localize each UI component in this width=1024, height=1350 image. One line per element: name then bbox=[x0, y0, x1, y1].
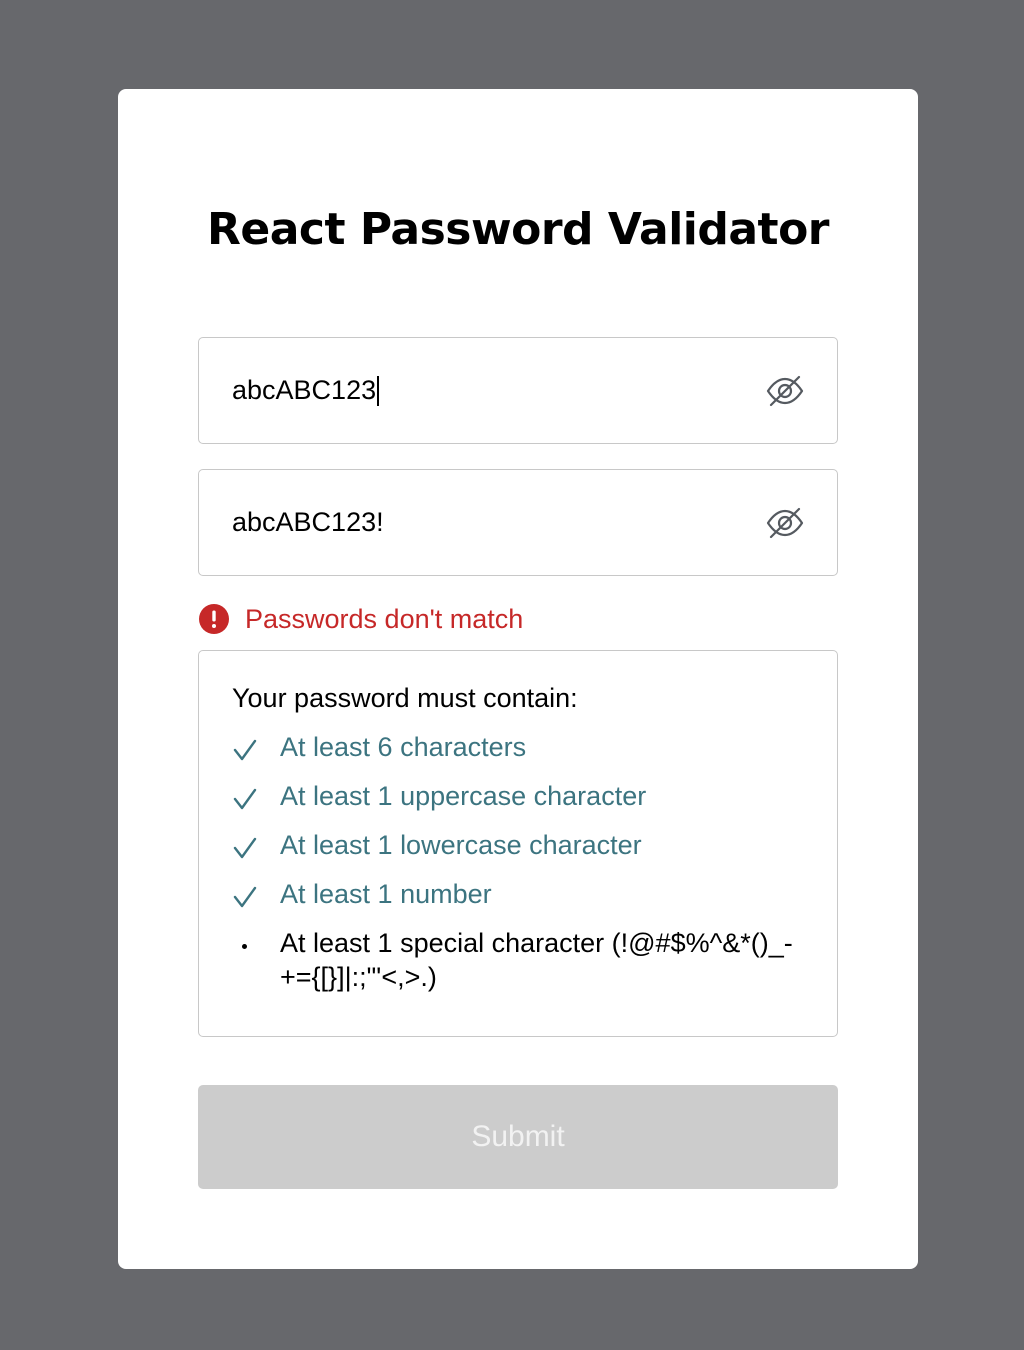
requirement-label: At least 1 special character (!@#$%^&*()… bbox=[280, 928, 793, 992]
password-requirements: Your password must contain: At least 6 c… bbox=[198, 650, 838, 1037]
eye-off-icon[interactable] bbox=[765, 371, 805, 411]
page-title: React Password Validator bbox=[206, 204, 830, 255]
validator-card: React Password Validator abcABC123 abcAB… bbox=[118, 89, 918, 1269]
requirement-item: At least 1 number bbox=[232, 877, 805, 911]
check-icon bbox=[232, 779, 280, 813]
password-value: abcABC123 bbox=[232, 375, 377, 405]
check-icon bbox=[232, 877, 280, 911]
password-input[interactable]: abcABC123 bbox=[232, 338, 380, 443]
bullet-icon bbox=[232, 926, 280, 960]
check-icon bbox=[232, 828, 280, 862]
error-message: Passwords don't match bbox=[245, 603, 524, 634]
requirement-item: At least 1 special character (!@#$%^&*()… bbox=[232, 926, 805, 994]
requirement-label: At least 6 characters bbox=[280, 732, 527, 762]
eye-off-icon[interactable] bbox=[765, 503, 805, 543]
text-caret bbox=[377, 375, 380, 406]
requirement-item: At least 1 uppercase character bbox=[232, 779, 805, 813]
password-field[interactable]: abcABC123 bbox=[198, 337, 838, 444]
confirm-password-input[interactable]: abcABC123! bbox=[232, 470, 384, 575]
requirement-label: At least 1 uppercase character bbox=[280, 781, 647, 811]
requirement-item: At least 6 characters bbox=[232, 730, 805, 764]
requirement-label: At least 1 number bbox=[280, 879, 492, 909]
requirement-label: At least 1 lowercase character bbox=[280, 830, 642, 860]
confirm-password-field[interactable]: abcABC123! bbox=[198, 469, 838, 576]
password-mismatch-error: Passwords don't match bbox=[198, 601, 523, 637]
requirement-item: At least 1 lowercase character bbox=[232, 828, 805, 862]
requirements-heading: Your password must contain: bbox=[232, 683, 578, 713]
confirm-password-value: abcABC123! bbox=[232, 507, 384, 537]
submit-button[interactable]: Submit bbox=[198, 1085, 838, 1189]
check-icon bbox=[232, 730, 280, 764]
alert-circle-icon bbox=[199, 604, 229, 634]
